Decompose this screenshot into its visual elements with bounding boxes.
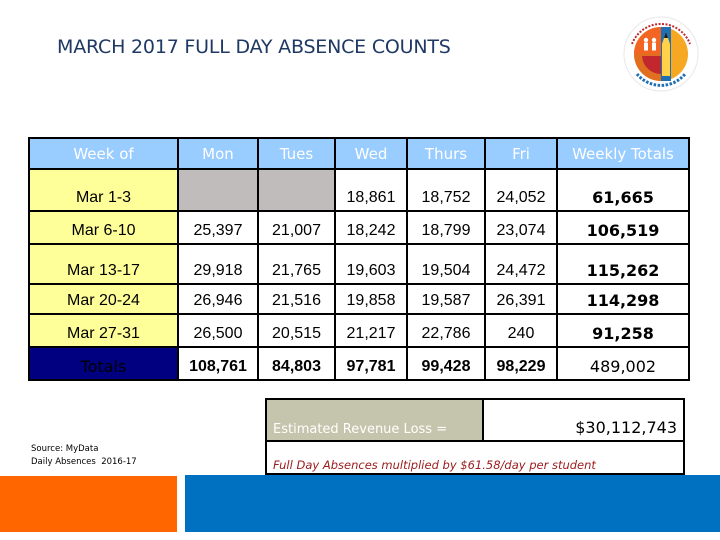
totals-cell: 98,229: [484, 346, 558, 381]
value-cell: 21,007: [257, 210, 336, 245]
weekly-total-cell: 115,262: [556, 243, 690, 285]
lausd-seal-icon: [622, 14, 700, 96]
value-cell: 24,052: [484, 168, 558, 212]
header-tues: Tues: [257, 137, 336, 170]
value-cell: 22,786: [406, 313, 486, 348]
table-row: Mar 13-17 29,918 21,765 19,603 19,504 24…: [28, 243, 690, 285]
header-thurs: Thurs: [406, 137, 486, 170]
revenue-loss-label: Estimated Revenue Loss =: [267, 400, 484, 442]
weekly-total-cell: 106,519: [556, 210, 690, 245]
week-cell: Mar 1-3: [28, 168, 179, 212]
week-cell: Mar 20-24: [28, 283, 179, 315]
source-note: Source: MyData Daily Absences 2016-17: [31, 443, 137, 469]
revenue-loss-note: Full Day Absences multiplied by $61.58/d…: [273, 458, 596, 472]
footer-blue-bar: [185, 475, 720, 532]
header-wed: Wed: [334, 137, 408, 170]
absence-table: Week of Mon Tues Wed Thurs Fri Weekly To…: [28, 137, 690, 381]
header-mon: Mon: [177, 137, 259, 170]
week-cell: Mar 13-17: [28, 243, 179, 285]
source-line-1: Source: MyData: [31, 444, 99, 454]
weekly-total-cell: 61,665: [556, 168, 690, 212]
value-cell: 21,516: [257, 283, 336, 315]
no-school-cell: [257, 168, 336, 212]
header-week-of: Week of: [28, 137, 179, 170]
table-row: Mar 20-24 26,946 21,516 19,858 19,587 26…: [28, 283, 690, 315]
revenue-loss-value: $30,112,743: [484, 400, 683, 442]
totals-label: Totals: [28, 346, 179, 381]
week-cell: Mar 27-31: [28, 313, 179, 348]
table-header-row: Week of Mon Tues Wed Thurs Fri Weekly To…: [28, 137, 690, 170]
footer-orange-bar: [0, 476, 177, 532]
page-title: MARCH 2017 FULL DAY ABSENCE COUNTS: [57, 36, 451, 58]
totals-cell: 99,428: [406, 346, 486, 381]
value-cell: 240: [484, 313, 558, 348]
totals-cell: 108,761: [177, 346, 259, 381]
value-cell: 19,603: [334, 243, 408, 285]
value-cell: 25,397: [177, 210, 259, 245]
value-cell: 18,752: [406, 168, 486, 212]
value-cell: 19,858: [334, 283, 408, 315]
table-row: Mar 27-31 26,500 20,515 21,217 22,786 24…: [28, 313, 690, 348]
grand-total-cell: 489,002: [556, 346, 690, 381]
value-cell: 18,861: [334, 168, 408, 212]
table-row: Mar 6-10 25,397 21,007 18,242 18,799 23,…: [28, 210, 690, 245]
weekly-total-cell: 91,258: [556, 313, 690, 348]
table-row: Mar 1-3 18,861 18,752 24,052 61,665: [28, 168, 690, 212]
value-cell: 21,217: [334, 313, 408, 348]
value-cell: 21,765: [257, 243, 336, 285]
header-fri: Fri: [484, 137, 558, 170]
header-weekly-totals: Weekly Totals: [556, 137, 690, 170]
weekly-total-cell: 114,298: [556, 283, 690, 315]
value-cell: 26,500: [177, 313, 259, 348]
value-cell: 24,472: [484, 243, 558, 285]
value-cell: 18,242: [334, 210, 408, 245]
value-cell: 20,515: [257, 313, 336, 348]
value-cell: 29,918: [177, 243, 259, 285]
totals-cell: 84,803: [257, 346, 336, 381]
revenue-loss-box: Estimated Revenue Loss = $30,112,743 Ful…: [265, 398, 685, 475]
source-line-2: Daily Absences 2016-17: [31, 457, 137, 467]
value-cell: 23,074: [484, 210, 558, 245]
value-cell: 26,391: [484, 283, 558, 315]
value-cell: 19,587: [406, 283, 486, 315]
no-school-cell: [177, 168, 259, 212]
week-cell: Mar 6-10: [28, 210, 179, 245]
value-cell: 26,946: [177, 283, 259, 315]
value-cell: 19,504: [406, 243, 486, 285]
totals-cell: 97,781: [334, 346, 408, 381]
totals-row: Totals 108,761 84,803 97,781 99,428 98,2…: [28, 346, 690, 381]
value-cell: 18,799: [406, 210, 486, 245]
